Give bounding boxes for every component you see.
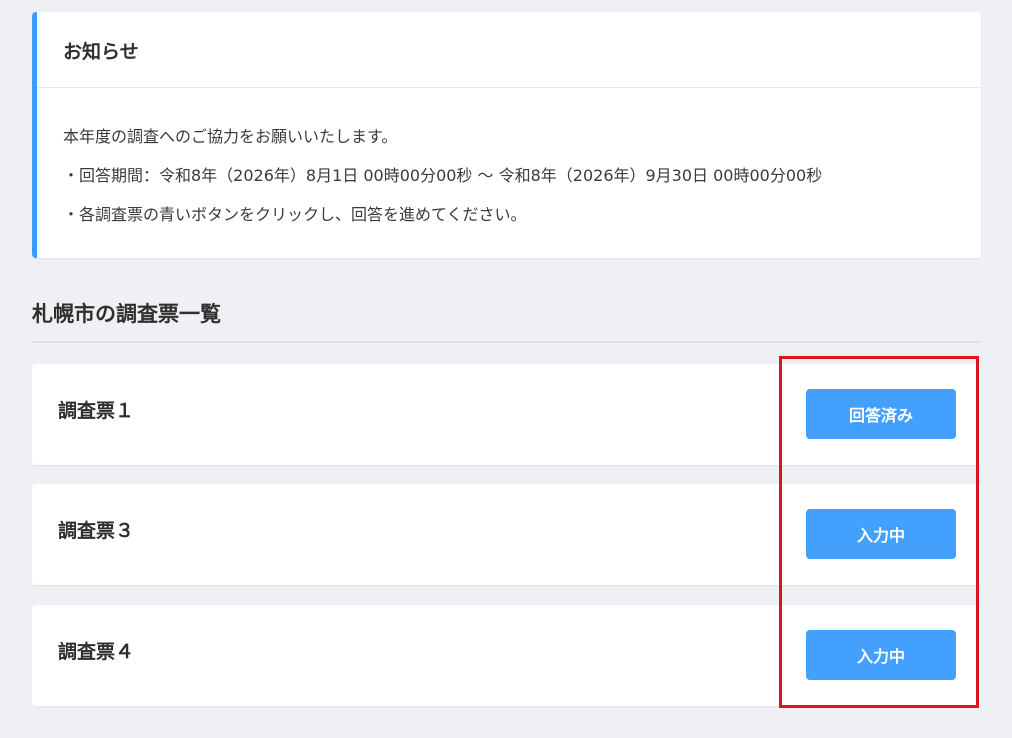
survey-status-button[interactable]: 入力中 [806, 630, 956, 680]
notice-divider [37, 87, 981, 88]
survey-status-button[interactable]: 入力中 [806, 509, 956, 559]
notice-title: お知らせ [63, 41, 139, 63]
survey-list-title: 札幌市の調査票一覧 [32, 302, 221, 326]
survey-name: 調査票３ [58, 520, 135, 542]
survey-status-button[interactable]: 回答済み [806, 389, 956, 439]
notice-line-instructions: ・各調査票の青いボタンをクリックし、回答を進めてください。 [63, 205, 527, 224]
survey-name: 調査票４ [58, 641, 135, 663]
notice-line: 本年度の調査へのご協力をお願いいたします。 [63, 127, 398, 146]
survey-row: 調査票１ 回答済み [32, 364, 981, 465]
notice-card: お知らせ 本年度の調査へのご協力をお願いいたします。 ・回答期間：令和8年（20… [32, 12, 981, 258]
survey-row: 調査票３ 入力中 [32, 484, 981, 585]
notice-accent-bar [32, 12, 37, 258]
notice-line-answer-period: ・回答期間：令和8年（2026年）8月1日 00時00分00秒 〜 令和8年（2… [63, 166, 823, 185]
survey-row: 調査票４ 入力中 [32, 605, 981, 706]
survey-name: 調査票１ [58, 400, 135, 422]
section-divider [32, 341, 981, 343]
